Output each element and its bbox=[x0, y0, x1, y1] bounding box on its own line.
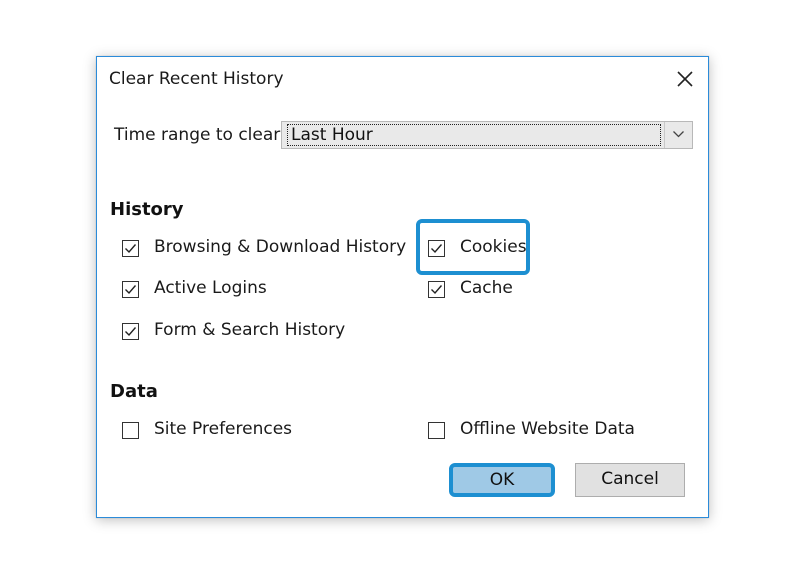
data-heading: Data bbox=[110, 381, 158, 402]
history-heading: History bbox=[110, 199, 184, 220]
ok-button[interactable]: OK bbox=[449, 463, 555, 497]
checkbox-label: Offline Website Data bbox=[460, 419, 635, 439]
checkbox-box bbox=[122, 422, 139, 439]
dropdown-arrow[interactable] bbox=[664, 122, 692, 148]
cancel-button[interactable]: Cancel bbox=[575, 463, 685, 497]
checkbox-label: Site Preferences bbox=[154, 419, 293, 439]
close-button[interactable] bbox=[668, 63, 702, 95]
checkbox-box bbox=[428, 240, 445, 257]
time-range-select[interactable]: Last Hour bbox=[281, 121, 693, 149]
clear-history-dialog: Clear Recent History Time range to clear… bbox=[96, 56, 709, 518]
checkbox-label: Browsing & Download History bbox=[154, 237, 407, 257]
checkmark-icon bbox=[125, 244, 137, 254]
checkbox-label: Form & Search History bbox=[154, 320, 346, 340]
close-icon bbox=[677, 71, 693, 87]
time-range-label: Time range to clear: bbox=[114, 125, 286, 145]
time-range-row: Time range to clear: Last Hour bbox=[114, 121, 694, 151]
time-range-value: Last Hour bbox=[287, 124, 661, 146]
checkbox-box bbox=[428, 281, 445, 298]
screen: Clear Recent History Time range to clear… bbox=[0, 0, 800, 574]
dialog-title: Clear Recent History bbox=[109, 69, 284, 89]
checkbox-label: Cookies bbox=[460, 237, 527, 257]
checkmark-icon bbox=[431, 244, 443, 254]
checkbox-label: Cache bbox=[460, 278, 513, 298]
checkbox-label: Active Logins bbox=[154, 278, 267, 298]
checkmark-icon bbox=[125, 327, 137, 337]
dialog-titlebar: Clear Recent History bbox=[97, 57, 708, 101]
checkmark-icon bbox=[431, 285, 443, 295]
checkbox-box bbox=[428, 422, 445, 439]
checkbox-box bbox=[122, 323, 139, 340]
checkmark-icon bbox=[125, 285, 137, 295]
chevron-down-icon bbox=[673, 131, 684, 138]
checkbox-box bbox=[122, 240, 139, 257]
checkbox-box bbox=[122, 281, 139, 298]
